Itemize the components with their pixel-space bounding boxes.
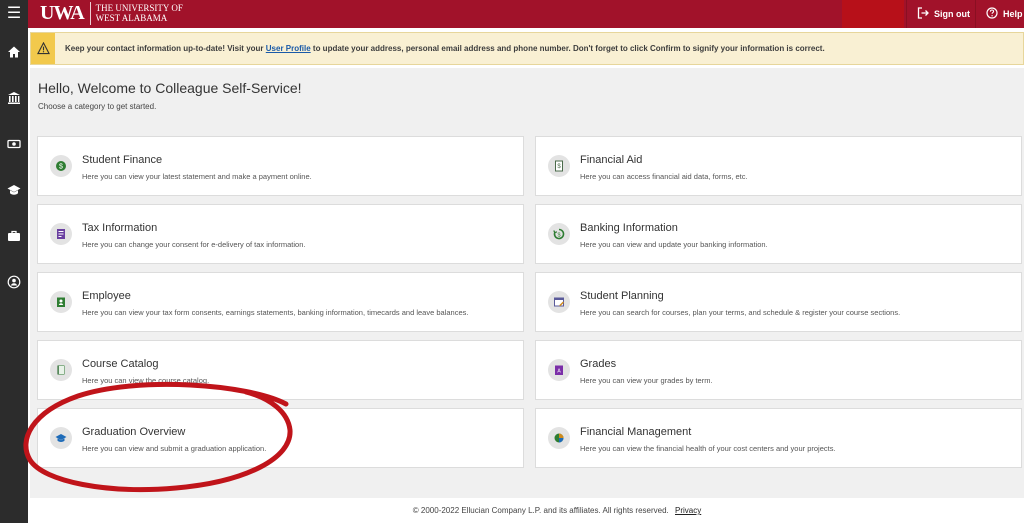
card-title: Tax Information: [82, 222, 158, 234]
footer-copyright: © 2000-2022 Ellucian Company L.P. and it…: [412, 506, 669, 515]
card-title: Graduation Overview: [82, 426, 186, 438]
card-student-planning[interactable]: Student Planning Here you can search for…: [535, 272, 1022, 332]
pie-chart-icon: [548, 427, 570, 449]
card-graduation-overview[interactable]: Graduation Overview Here you can view an…: [37, 408, 524, 468]
sign-out-label: Sign out: [934, 9, 970, 19]
alert-prefix: Keep your contact information up-to-date…: [65, 44, 264, 53]
card-course-catalog[interactable]: Course Catalog Here you can view the cou…: [37, 340, 524, 400]
privacy-link[interactable]: Privacy: [675, 506, 701, 515]
bank-icon[interactable]: [4, 88, 24, 108]
card-title: Grades: [580, 358, 617, 370]
card-description: Here you can view the financial health o…: [580, 444, 836, 453]
home-icon[interactable]: [4, 42, 24, 62]
user-icon[interactable]: [4, 272, 24, 292]
dollar-icon: $: [50, 155, 72, 177]
page-subtitle: Choose a category to get started.: [38, 102, 157, 111]
card-description: Here you can view and submit a graduatio…: [82, 444, 267, 453]
user-profile-link[interactable]: User Profile: [266, 44, 311, 53]
card-title: Financial Aid: [580, 154, 643, 166]
page-footer: © 2000-2022 Ellucian Company L.P. and it…: [30, 498, 1024, 523]
svg-text:$: $: [557, 232, 560, 238]
help-label: Help: [1003, 9, 1023, 19]
redacted-user-name: [842, 0, 904, 28]
help-icon: [986, 7, 998, 21]
top-header-bar: UWA The University of West Alabama Sign …: [0, 0, 1024, 28]
card-description: Here you can search for courses, plan yo…: [580, 308, 901, 317]
card-banking-information[interactable]: $ Banking Information Here you can view …: [535, 204, 1022, 264]
card-employee[interactable]: Employee Here you can view your tax form…: [37, 272, 524, 332]
warning-icon: [31, 33, 55, 64]
graduation-cap-icon: [50, 427, 72, 449]
main-content: Hello, Welcome to Colleague Self-Service…: [30, 68, 1024, 498]
page-title: Hello, Welcome to Colleague Self-Service…: [38, 80, 302, 96]
graduation-cap-icon[interactable]: [4, 180, 24, 200]
card-tax-information[interactable]: Tax Information Here you can change your…: [37, 204, 524, 264]
alert-suffix: to update your address, personal email a…: [312, 44, 825, 53]
alert-message: Keep your contact information up-to-date…: [65, 44, 825, 53]
card-title: Student Finance: [82, 154, 163, 166]
card-description: Here you can view your grades by term.: [580, 376, 713, 385]
card-grades[interactable]: A Grades Here you can view your grades b…: [535, 340, 1022, 400]
logo-mark: UWA: [40, 1, 91, 25]
app-root: UWA The University of West Alabama Sign …: [0, 0, 1024, 523]
uwa-logo[interactable]: UWA The University of West Alabama: [40, 1, 183, 25]
card-title: Course Catalog: [82, 358, 159, 370]
card-description: Here you can view the course catalog.: [82, 376, 210, 385]
card-title: Banking Information: [580, 222, 678, 234]
svg-text:$: $: [59, 164, 63, 171]
card-financial-management[interactable]: Financial Management Here you can view t…: [535, 408, 1022, 468]
card-title: Student Planning: [580, 290, 664, 302]
help-button[interactable]: Help: [975, 0, 1024, 28]
card-description: Here you can view and update your bankin…: [580, 240, 768, 249]
contact-info-alert: Keep your contact information up-to-date…: [30, 32, 1024, 65]
sign-out-icon: [917, 7, 929, 21]
bank-cycle-icon: $: [548, 223, 570, 245]
tax-form-icon: [50, 223, 72, 245]
logo-text: The University of West Alabama: [96, 3, 183, 23]
money-icon[interactable]: [4, 134, 24, 154]
side-navigation: [0, 28, 28, 523]
sign-out-button[interactable]: Sign out: [906, 0, 974, 28]
card-financial-aid[interactable]: $ Financial Aid Here you can access fina…: [535, 136, 1022, 196]
hamburger-menu-icon[interactable]: ☰: [0, 0, 28, 28]
id-badge-icon: [50, 291, 72, 313]
document-dollar-icon: $: [548, 155, 570, 177]
planner-icon: [548, 291, 570, 313]
card-description: Here you can change your consent for e-d…: [82, 240, 306, 249]
card-student-finance[interactable]: $ Student Finance Here you can view your…: [37, 136, 524, 196]
card-description: Here you can access financial aid data, …: [580, 172, 748, 181]
card-title: Financial Management: [580, 426, 692, 438]
logo-line-2: West Alabama: [95, 13, 168, 23]
card-description: Here you can view your tax form consents…: [82, 308, 469, 317]
grades-icon: A: [548, 359, 570, 381]
logo-line-1: The University of: [95, 3, 183, 13]
briefcase-icon[interactable]: [4, 226, 24, 246]
book-icon: [50, 359, 72, 381]
card-title: Employee: [82, 290, 131, 302]
card-description: Here you can view your latest statement …: [82, 172, 312, 181]
